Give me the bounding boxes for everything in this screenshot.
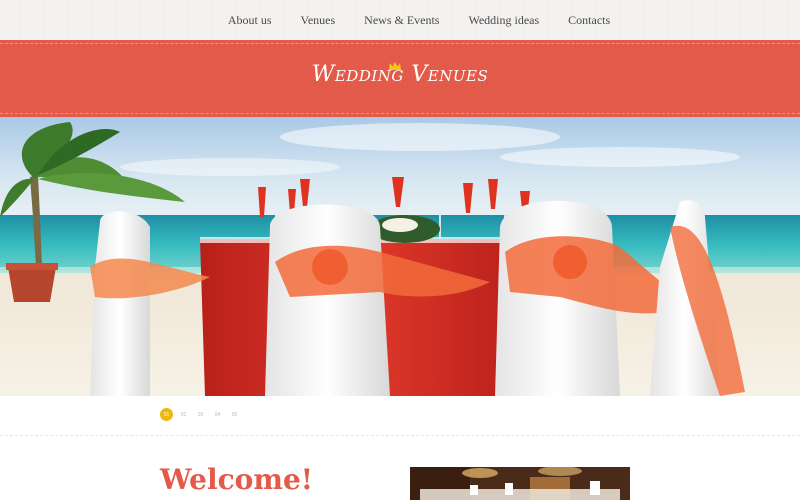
section-divider bbox=[0, 435, 800, 436]
nav-item-venues[interactable]: Venues bbox=[286, 0, 350, 40]
crown-icon bbox=[389, 62, 401, 70]
hero-slider-image bbox=[0, 117, 800, 396]
slider-pagination: 01 02 03 04 05 bbox=[160, 408, 241, 421]
slider-dot-1[interactable]: 01 bbox=[160, 408, 173, 421]
nav-item-contacts[interactable]: Contacts bbox=[554, 0, 625, 40]
nav-menu: About us Venues News & Events Wedding id… bbox=[175, 0, 624, 40]
banquet-hall-photo bbox=[410, 467, 630, 500]
slider-dot-4[interactable]: 04 bbox=[211, 408, 224, 421]
beach-wedding-table-photo bbox=[0, 117, 800, 396]
banquet-hall-image bbox=[410, 467, 630, 500]
nav-item-about-us[interactable]: About us bbox=[213, 0, 286, 40]
slider-dot-3[interactable]: 03 bbox=[194, 408, 207, 421]
nav-item-news-events[interactable]: News & Events bbox=[350, 0, 454, 40]
header-banner: Wedding Venues bbox=[0, 40, 800, 117]
slider-dot-5[interactable]: 05 bbox=[228, 408, 241, 421]
welcome-heading: Welcome! bbox=[160, 463, 314, 496]
slider-dot-2[interactable]: 02 bbox=[177, 408, 190, 421]
nav-item-wedding-ideas[interactable]: Wedding ideas bbox=[454, 0, 554, 40]
top-navigation: About us Venues News & Events Wedding id… bbox=[0, 0, 800, 40]
